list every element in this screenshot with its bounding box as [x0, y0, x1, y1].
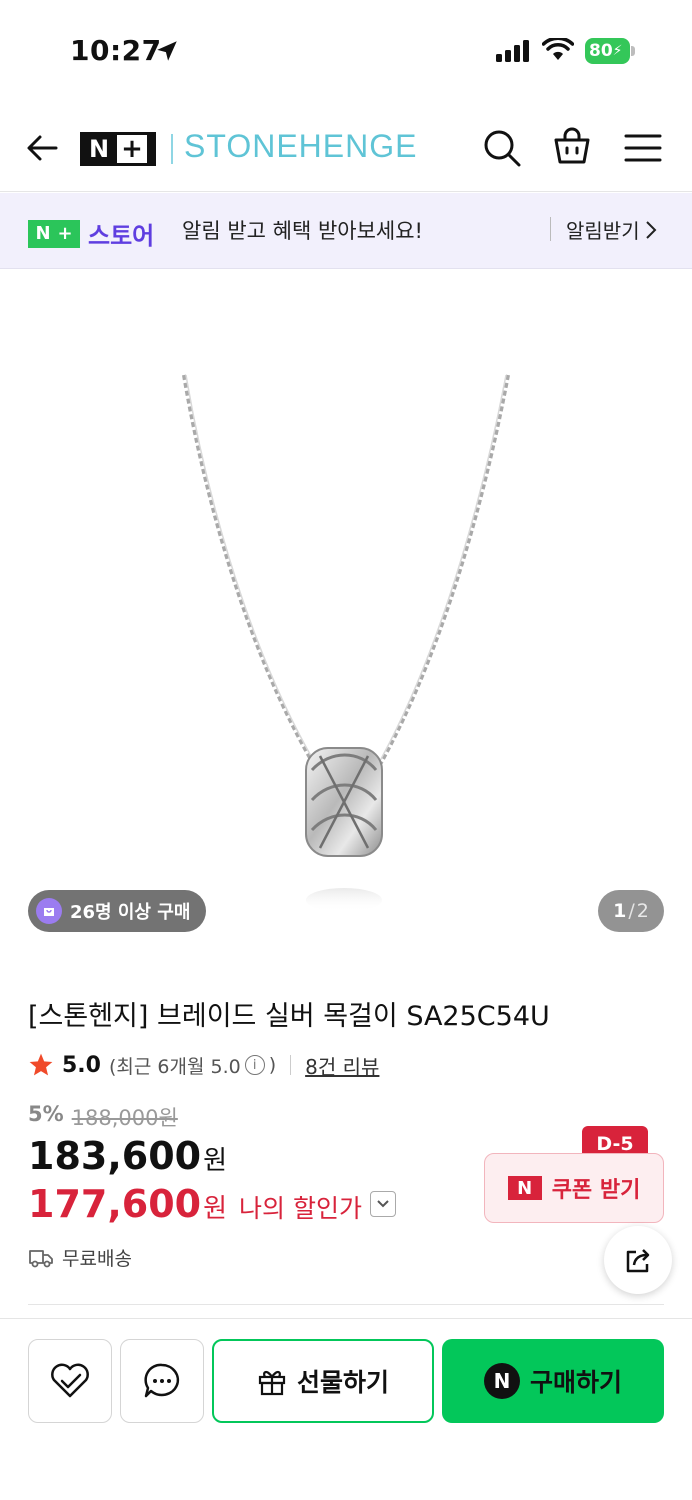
buy-button[interactable]: N 구매하기	[442, 1339, 664, 1423]
battery-indicator: 80 ⚡	[585, 38, 635, 64]
store-logo-n: N	[35, 223, 51, 244]
hamburger-menu-icon[interactable]	[624, 132, 662, 164]
sale-price: 183,600원	[28, 1134, 227, 1178]
gift-icon	[258, 1371, 286, 1396]
shipping-label: 무료배송	[62, 1248, 132, 1270]
battery-percent: 80	[589, 41, 613, 61]
info-icon[interactable]: i	[244, 1055, 265, 1075]
nplus-logo[interactable]: N +	[80, 132, 156, 166]
status-bar: 10:27 80 ⚡	[0, 0, 692, 100]
discount-row: 5% 188,000원	[28, 1102, 178, 1132]
back-arrow-icon[interactable]	[24, 130, 60, 166]
nplus-store-logo: N + 스토어	[28, 216, 154, 251]
chevron-down-icon	[377, 1200, 389, 1208]
store-logo-text: 스토어	[88, 222, 155, 250]
gift-button[interactable]: 선물하기	[212, 1339, 434, 1423]
buy-button-label: 구매하기	[529, 1368, 622, 1397]
rating-recent-close: )	[268, 1054, 277, 1076]
gift-button-label: 선물하기	[296, 1368, 389, 1397]
shopping-bag-icon[interactable]	[552, 126, 592, 166]
brand-divider	[171, 134, 173, 164]
store-header: N + STONEHENGE	[0, 100, 692, 192]
necklace-product-image	[182, 374, 510, 910]
star-icon	[29, 1053, 53, 1076]
naver-n-icon: N	[507, 1176, 542, 1200]
nplus-logo-plus: +	[117, 135, 148, 163]
product-image-gallery[interactable]: 26명 이상 구매 1 / 2	[0, 270, 692, 950]
store-logo-plus: +	[57, 223, 73, 244]
truck-icon	[29, 1249, 53, 1267]
subscribe-notification-label: 알림받기	[566, 219, 640, 243]
original-price: 188,000원	[71, 1106, 178, 1130]
price-detail-toggle[interactable]	[369, 1191, 396, 1217]
image-page-total: 2	[636, 900, 649, 922]
shopping-bag-badge-icon	[36, 898, 62, 924]
battery-cap	[631, 46, 635, 56]
rating-recent: (최근 6개월 5.0 i )	[109, 1052, 276, 1079]
search-icon[interactable]	[482, 128, 522, 168]
rating-row: 5.0 (최근 6개월 5.0 i ) 8건 리뷰	[28, 1048, 379, 1082]
sale-price-currency: 원	[203, 1146, 227, 1176]
review-count-link[interactable]: 8건 리뷰	[305, 1051, 379, 1080]
buyers-count-badge: 26명 이상 구매	[28, 890, 207, 932]
store-logo-mark: N +	[28, 219, 80, 248]
image-page-separator: /	[628, 900, 635, 922]
cellular-signal-icon	[496, 40, 529, 62]
banner-divider	[550, 217, 551, 241]
image-page-indicator: 1 / 2	[598, 890, 664, 932]
talk-talk-button[interactable]	[120, 1339, 204, 1423]
section-divider	[28, 1304, 664, 1305]
brand-name[interactable]: STONEHENGE	[184, 128, 417, 165]
rating-score: 5.0	[62, 1052, 101, 1078]
rating-divider	[290, 1055, 292, 1075]
image-page-current: 1	[613, 900, 627, 922]
get-coupon-label: 쿠폰 받기	[551, 1178, 641, 1203]
share-icon	[626, 1249, 650, 1273]
shipping-info: 무료배송	[28, 1244, 132, 1271]
naver-pay-n-icon: N	[483, 1363, 520, 1399]
wishlist-button[interactable]	[28, 1339, 112, 1423]
nplus-logo-n: N	[88, 135, 110, 163]
get-coupon-button[interactable]: N 쿠폰 받기	[484, 1153, 664, 1223]
status-time: 10:27	[70, 34, 162, 67]
location-arrow-icon	[157, 41, 177, 61]
sale-price-value: 183,600	[28, 1134, 202, 1178]
banner-message: 알림 받고 혜택 받아보세요!	[182, 219, 423, 243]
rating-recent-text: (최근 6개월 5.0	[108, 1055, 241, 1078]
buyers-count-label: 26명 이상 구매	[70, 902, 191, 923]
subscribe-notification-button[interactable]: 알림받기	[566, 215, 658, 244]
product-title: [스톤헨지] 브레이드 실버 목걸이 SA25C54U	[28, 1001, 550, 1032]
my-discount-price-row: 177,600 원 나의 할인가	[28, 1182, 396, 1226]
chat-bubble-icon	[144, 1363, 180, 1398]
battery-level: 80 ⚡	[585, 38, 630, 64]
bottom-action-bar: 선물하기 N 구매하기	[0, 1318, 692, 1500]
my-discount-price: 177,600	[28, 1182, 202, 1226]
heart-check-icon	[51, 1363, 89, 1398]
my-discount-price-label: 나의 할인가	[239, 1194, 362, 1223]
chevron-right-icon	[645, 220, 657, 239]
charging-bolt-icon: ⚡	[612, 43, 623, 59]
discount-rate: 5%	[28, 1102, 64, 1126]
share-button[interactable]	[604, 1226, 672, 1294]
wifi-icon	[542, 38, 574, 60]
notification-banner[interactable]: N + 스토어 알림 받고 혜택 받아보세요! 알림받기	[0, 193, 692, 269]
my-discount-price-currency: 원	[203, 1194, 227, 1224]
